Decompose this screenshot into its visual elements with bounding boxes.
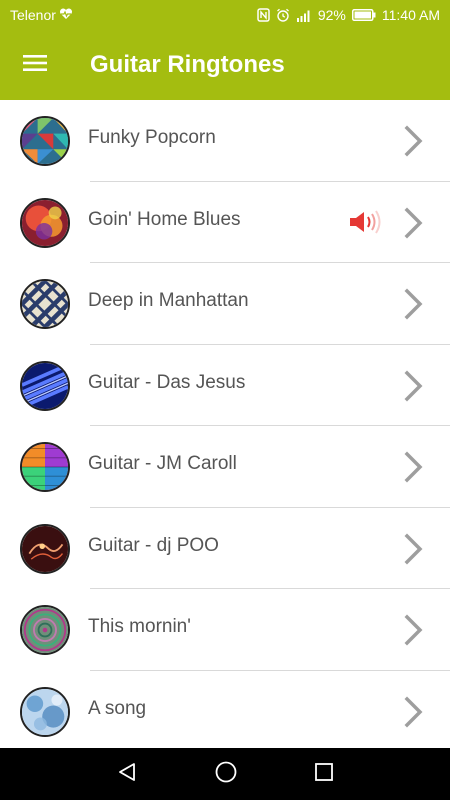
ringtone-title: Funky Popcorn [88, 127, 216, 148]
list-item[interactable]: Goin' Home Blues [0, 182, 450, 263]
nfc-icon [257, 8, 270, 22]
ringtone-title: Deep in Manhattan [88, 290, 249, 311]
chevron-right-icon[interactable] [403, 533, 425, 570]
ringtone-artwork [20, 442, 70, 492]
list-item[interactable]: Guitar - JM Caroll [0, 426, 450, 508]
list-item[interactable]: Funky Popcorn [0, 100, 450, 182]
ringtone-title: Goin' Home Blues [88, 208, 241, 230]
ringtone-artwork [20, 686, 70, 737]
heart-pulse-icon [59, 7, 73, 23]
chevron-right-icon[interactable] [403, 288, 425, 325]
ringtone-title: Guitar - JM Caroll [88, 453, 237, 474]
page-title: Guitar Ringtones [90, 51, 285, 78]
ringtone-title: Guitar - Das Jesus [88, 371, 246, 393]
battery-percent: 92% [317, 7, 346, 23]
chevron-right-icon[interactable] [403, 614, 425, 651]
signal-icon [296, 9, 312, 22]
list-item[interactable]: Guitar - dj POO [0, 508, 450, 589]
app-bar: Guitar Ringtones [0, 30, 450, 100]
back-icon[interactable] [117, 762, 137, 787]
speaker-volume-icon[interactable] [348, 209, 382, 239]
list-item[interactable]: A song [0, 671, 450, 749]
chevron-right-icon[interactable] [403, 207, 425, 244]
list-item[interactable]: This mornin' [0, 589, 450, 671]
ringtone-artwork [20, 116, 70, 166]
ringtone-artwork [20, 605, 70, 655]
chevron-right-icon[interactable] [403, 125, 425, 162]
system-navigation-bar [0, 748, 450, 800]
carrier-name: Telenor [10, 7, 56, 23]
ringtone-title: Guitar - dj POO [88, 534, 219, 556]
status-bar: Telenor 92% 11:40 AM [0, 0, 450, 30]
recents-icon[interactable] [315, 762, 333, 786]
home-icon[interactable] [215, 761, 237, 788]
hamburger-icon [23, 54, 47, 77]
clock-time: 11:40 AM [381, 7, 440, 23]
chevron-right-icon[interactable] [403, 451, 425, 488]
alarm-icon [276, 8, 290, 22]
chevron-right-icon[interactable] [403, 696, 425, 733]
chevron-right-icon[interactable] [403, 370, 425, 407]
ringtone-artwork [20, 197, 70, 248]
ringtone-title: This mornin' [88, 616, 191, 637]
menu-button[interactable] [0, 30, 70, 100]
ringtone-artwork [20, 279, 70, 329]
ringtone-artwork [20, 523, 70, 574]
ringtone-artwork [20, 360, 70, 411]
list-item[interactable]: Guitar - Das Jesus [0, 345, 450, 426]
battery-icon [351, 9, 376, 21]
ringtone-list: Funky Popcorn Goin' Home Blues Deep in M… [0, 100, 450, 748]
ringtone-title: A song [88, 697, 147, 719]
list-item[interactable]: Deep in Manhattan [0, 263, 450, 345]
